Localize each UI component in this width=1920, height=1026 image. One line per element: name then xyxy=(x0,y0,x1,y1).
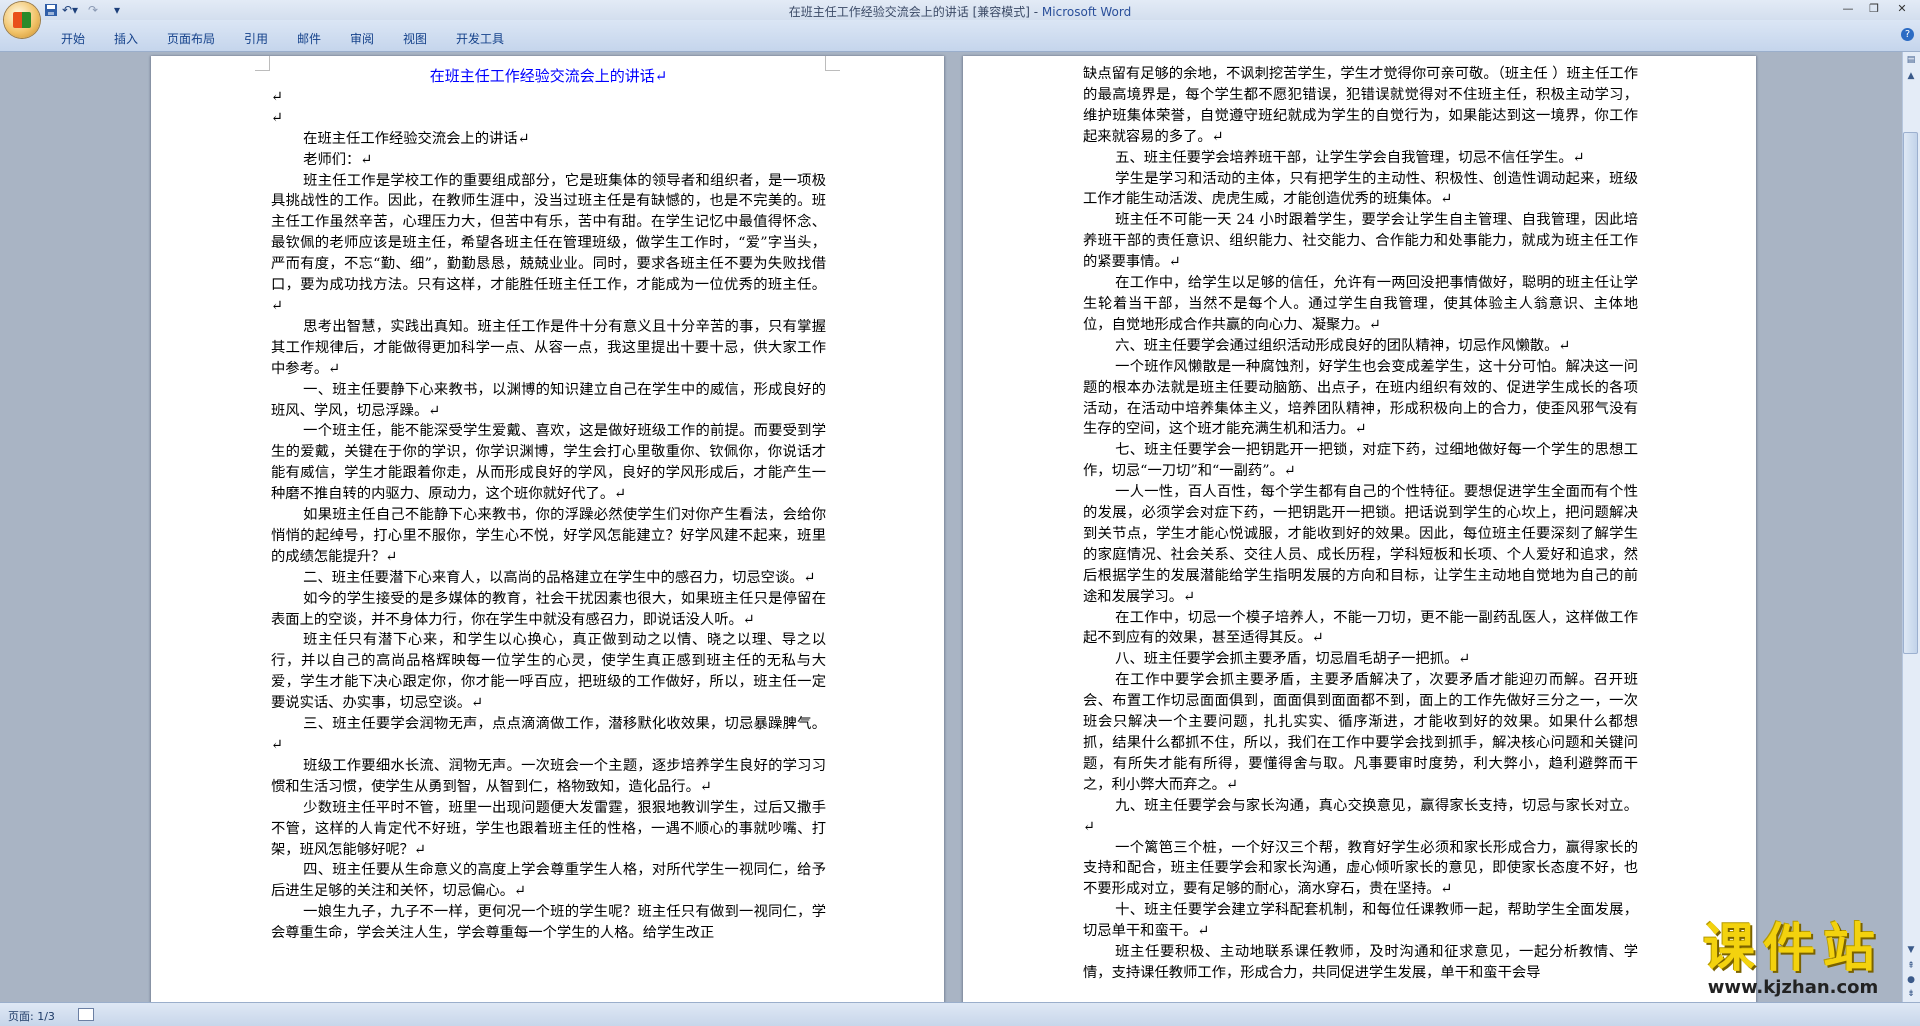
paragraph: 学生是学习和活动的主体，只有把学生的主动性、积极性、创造性调动起来，班级工作才能… xyxy=(1083,170,1638,208)
restore-icon[interactable]: ❐ xyxy=(1862,1,1886,17)
margin-marker xyxy=(825,56,840,71)
margin-marker xyxy=(255,56,270,71)
paragraph: 缺点留有足够的余地，不讽刺挖苦学生，学生才觉得你可亲可敬。（班主任 ）班主任工作… xyxy=(1083,66,1638,145)
paragraph: 班级工作要细水长流、润物无声。一次班会一个主题，逐步培养学生良好的学习习惯和生活… xyxy=(271,757,826,795)
watermark-logo: 课件站 xyxy=(1702,919,1883,979)
document-heading: 在班主任工作经验交流会上的讲话↵ xyxy=(429,67,668,85)
paragraph: 四、班主任要从生命意义的高度上学会尊重学生人格，对所代学生一视同仁，给予后进生足… xyxy=(271,862,826,900)
paragraph: 班主任工作是学校工作的重要组成部分，它是班集体的领导者和组织者，是一项极具挑战性… xyxy=(271,172,826,314)
page-1-text: 在班主任工作经验交流会上的讲话↵ ↵ ↵ 在班主任工作经验交流会上的讲话↵ 老师们：↵… xyxy=(271,66,826,944)
paragraph: 九、班主任要学会与家长沟通，真心交换意见，赢得家长支持，切忌与家长对立。↵ xyxy=(1083,797,1638,835)
ruler-toggle-icon[interactable]: ▤ xyxy=(1905,54,1917,66)
scroll-up-icon[interactable]: ▲ xyxy=(1905,70,1917,82)
paragraph: 一个篱笆三个桩，一个好汉三个帮，教育好学生必须和家长形成合力，赢得家长的支持和配… xyxy=(1083,839,1638,898)
status-bar: 页面: 1/3 xyxy=(0,1002,1920,1026)
paragraph: 班主任要积极、主动地联系课任教师，及时沟通和征求意见，一起分析教情、学情，支持课… xyxy=(1083,944,1638,981)
document-page-1[interactable]: 在班主任工作经验交流会上的讲话↵ ↵ ↵ 在班主任工作经验交流会上的讲话↵ 老师们：↵… xyxy=(151,56,944,1006)
paragraph: 如今的学生接受的是多媒体的教育，社会干扰因素也很大，如果班主任只是停留在表面上的… xyxy=(271,590,826,628)
paragraph: 班主任不可能一天 24 小时跟着学生，要学会让学生自主管理、自我管理，因此培养班… xyxy=(1083,212,1638,271)
app-name: Microsoft Word xyxy=(1041,5,1132,19)
paragraph: 五、班主任要学会培养班干部，让学生学会自我管理，切忌不信任学生。↵ xyxy=(1115,149,1585,166)
tab-page-layout[interactable]: 页面布局 xyxy=(167,30,215,47)
vertical-scrollbar[interactable]: ▤ ▲ ▼ ⇞ ● ⇟ xyxy=(1902,52,1920,1002)
tab-references[interactable]: 引用 xyxy=(244,30,268,47)
paragraph: 在工作中要学会抓主要矛盾，主要矛盾解决了，次要矛盾才能迎刃而解。召开班会、布置工… xyxy=(1083,672,1638,793)
document-page-2[interactable]: 缺点留有足够的余地，不讽刺挖苦学生，学生才觉得你可亲可敬。（班主任 ）班主任工作… xyxy=(963,56,1756,1006)
paragraph: ↵ xyxy=(271,88,283,105)
site-watermark: 课件站 www.kjzhan.com xyxy=(1674,920,1912,1000)
window-title: 在班主任工作经验交流会上的讲话 [兼容模式] - Microsoft Word xyxy=(0,3,1920,20)
paragraph: 八、班主任要学会抓主要矛盾，切忌眉毛胡子一把抓。↵ xyxy=(1115,651,1471,668)
paragraph: 七、班主任要学会一把钥匙开一把锁，对症下药，过细地做好每一个学生的思想工作，切忌… xyxy=(1083,442,1638,480)
page-count-indicator[interactable]: 页面: 1/3 xyxy=(8,1008,55,1024)
macro-recording-icon[interactable] xyxy=(78,1008,94,1021)
paragraph: 三、班主任要学会润物无声，点点滴滴做工作，潜移默化收效果，切忌暴躁脾气。↵ xyxy=(271,716,826,753)
tab-home[interactable]: 开始 xyxy=(61,30,85,47)
paragraph: 思考出智慧，实践出真知。班主任工作是件十分有意义且十分辛苦的事，只有掌握其工作规… xyxy=(271,318,826,377)
page-2-body: 缺点留有足够的余地，不讽刺挖苦学生，学生才觉得你可亲可敬。（班主任 ）班主任工作… xyxy=(1083,64,1638,984)
paragraph: ↵ xyxy=(271,109,283,126)
paragraph: 老师们：↵ xyxy=(303,151,373,168)
tab-mailings[interactable]: 邮件 xyxy=(297,30,321,47)
paragraph: 一个班主任，能不能深受学生爱戴、喜欢，这是做好班级工作的前提。而要受到学生的爱戴… xyxy=(271,423,826,503)
page-2-text: 缺点留有足够的余地，不讽刺挖苦学生，学生才觉得你可亲可敬。（班主任 ）班主任工作… xyxy=(1083,64,1638,984)
page-1-body: ↵ ↵ 在班主任工作经验交流会上的讲话↵ 老师们：↵ 班主任工作是学校工作的重要组成部分… xyxy=(271,87,826,944)
office-button-icon[interactable] xyxy=(4,2,40,38)
paragraph: 在工作中，切忌一个模子培养人，不能一刀切，更不能一副药乱医人，这样做工作起不到应… xyxy=(1083,609,1638,647)
close-icon[interactable]: ✕ xyxy=(1890,1,1914,17)
paragraph: 在班主任工作经验交流会上的讲话↵ xyxy=(303,130,530,147)
document-title: 在班主任工作经验交流会上的讲话 [兼容模式] - xyxy=(788,5,1042,19)
paragraph: 十、班主任要学会建立学科配套机制，和每位任课教师一起，帮助学生全面发展，切忌单干… xyxy=(1083,902,1638,940)
paragraph: 在工作中，给学生以足够的信任，允许有一两回没把事情做好，聪明的班主任让学生轮着当… xyxy=(1083,275,1638,333)
paragraph: 如果班主任自己不能静下心来教书，你的浮躁必然使学生们对你产生看法，会给你悄悄的起… xyxy=(271,507,826,565)
tab-insert[interactable]: 插入 xyxy=(114,30,138,47)
paragraph: 少数班主任平时不管，班里一出现问题便大发雷霆，狠狠地教训学生，过后又撒手不管，这… xyxy=(271,799,826,858)
paragraph: 一个班作风懒散是一种腐蚀剂，好学生也会变成差学生，这十分可怕。解决这一问题的根本… xyxy=(1083,358,1638,438)
tab-view[interactable]: 视图 xyxy=(403,30,427,47)
watermark-url: www.kjzhan.com xyxy=(1707,977,1879,998)
paragraph: 二、班主任要潜下心来育人，以高尚的品格建立在学生中的感召力，切忌空谈。↵ xyxy=(303,569,816,586)
minimize-icon[interactable]: — xyxy=(1836,1,1860,17)
scrollbar-thumb[interactable] xyxy=(1903,132,1918,654)
paragraph: 六、班主任要学会通过组织活动形成良好的团队精神，切忌作风懒散。↵ xyxy=(1115,337,1571,354)
paragraph: 一、班主任要静下心来教书，以渊博的知识建立自己在学生中的威信，形成良好的班风、学… xyxy=(271,381,826,419)
help-icon[interactable]: ? xyxy=(1901,28,1914,41)
ribbon-tabs: 开始 插入 页面布局 引用 邮件 审阅 视图 开发工具 ? xyxy=(0,20,1920,52)
tab-developer[interactable]: 开发工具 xyxy=(456,30,504,47)
tab-review[interactable]: 审阅 xyxy=(350,30,374,47)
paragraph: 一娘生九子，九子不一样，更何况一个班的学生呢？班主任只有做到一视同仁，学会尊重生… xyxy=(271,904,826,942)
title-bar: ↶▾ ↷ ▾ 在班主任工作经验交流会上的讲话 [兼容模式] - Microsof… xyxy=(0,0,1920,38)
paragraph: 班主任只有潜下心来，和学生以心换心，真正做到动之以情、晓之以理、导之以行，并以自… xyxy=(271,632,826,712)
paragraph: 一人一性，百人百性，每个学生都有自己的个性特征。要想促进学生全面而有个性的发展，… xyxy=(1083,484,1638,605)
